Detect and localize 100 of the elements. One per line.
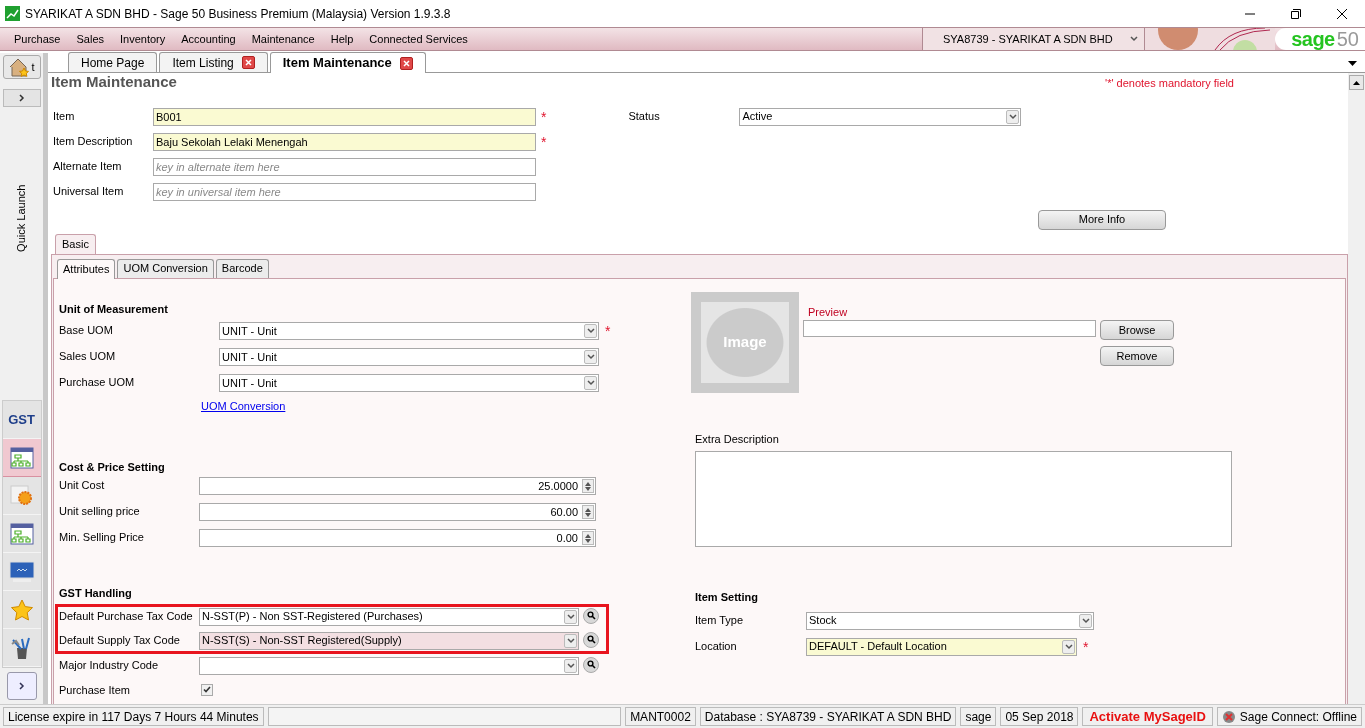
star-icon — [9, 598, 34, 621]
app-icon — [5, 6, 20, 21]
image-button[interactable]: Browse — [1100, 320, 1174, 340]
status-bar-text: 05 Sep 2018 — [1000, 707, 1079, 726]
document-tab[interactable]: Home Page — [68, 52, 158, 72]
section-heading: Cost & Price Setting — [59, 459, 166, 475]
sub-tab[interactable]: Barcode — [215, 258, 269, 278]
text-field[interactable]: B001 — [153, 107, 536, 126]
text-field[interactable]: Baju Sekolah Lelaki Menengah — [153, 132, 536, 151]
search-button[interactable] — [583, 607, 599, 624]
menu-item[interactable]: Purchase — [6, 30, 69, 48]
uom-conversion-link[interactable]: UOM Conversion — [201, 398, 286, 415]
field-label: Universal Item — [52, 183, 125, 199]
expand-button[interactable] — [2, 89, 41, 107]
sun-icon — [9, 484, 34, 507]
caret-down-icon[interactable] — [1348, 61, 1357, 66]
menu-item[interactable]: Help — [322, 30, 362, 48]
required-asterisk: * — [1083, 639, 1089, 654]
field-label: Sales UOM — [59, 349, 117, 364]
spinner-icon[interactable] — [582, 479, 594, 493]
page-title: Item Maintenance — [51, 73, 177, 91]
required-asterisk: * — [605, 324, 611, 338]
chevron-down-icon — [566, 662, 575, 669]
chevron-right-icon — [18, 94, 25, 102]
required-asterisk: * — [541, 109, 547, 124]
dropdown-field[interactable]: UNIT - Unit — [219, 348, 599, 366]
home-button[interactable]: t — [2, 55, 41, 79]
search-icon — [586, 635, 596, 644]
number-field[interactable]: 60.00 — [199, 503, 596, 521]
field-label: Major Industry Code — [59, 657, 160, 673]
field-label: Min. Selling Price — [59, 530, 145, 545]
chevron-down-icon — [566, 637, 575, 644]
chevron-down-icon — [586, 328, 595, 334]
status-bar-text: Database : SYA8739 - SYARIKAT A SDN BHD — [699, 707, 957, 726]
chevron-down-icon — [1130, 36, 1138, 42]
vertical-scrollbar[interactable] — [1348, 73, 1365, 704]
image-button[interactable]: Remove — [1100, 346, 1174, 366]
home-icon — [8, 57, 31, 77]
dropdown-field[interactable]: N-SST(S) - Non-SST Registered(Supply) — [199, 631, 579, 650]
text-field[interactable]: key in universal item here — [153, 182, 536, 201]
document-tab[interactable]: Item Listing — [159, 52, 268, 72]
checkbox[interactable] — [201, 683, 213, 696]
status-bar-text: sage — [960, 707, 997, 726]
dropdown-field[interactable]: UNIT - Unit — [219, 374, 599, 392]
field-label: Location — [695, 638, 738, 654]
dropdown-field[interactable]: UNIT - Unit — [219, 322, 599, 340]
section-tab[interactable]: Basic — [55, 233, 96, 254]
gst-label: GST — [8, 410, 35, 429]
search-icon — [586, 660, 596, 669]
dropdown-field[interactable]: Stock — [806, 611, 1094, 630]
document-tab[interactable]: Item Maintenance — [269, 52, 426, 73]
menu-item[interactable]: Maintenance — [243, 30, 323, 48]
menu-item[interactable]: Accounting — [173, 30, 244, 48]
field-label: Item — [52, 108, 76, 124]
image-path-field[interactable] — [803, 320, 1096, 337]
sub-tab[interactable]: UOM Conversion — [117, 258, 214, 278]
dropdown-field[interactable] — [199, 656, 579, 675]
field-label: Unit Cost — [59, 478, 106, 493]
menu-item[interactable]: Connected Services — [361, 30, 476, 48]
spinner-icon[interactable] — [582, 531, 594, 545]
number-field[interactable]: 0.00 — [199, 529, 596, 547]
scroll-up-icon — [1353, 80, 1360, 85]
search-button[interactable] — [583, 631, 599, 648]
field-label: Base UOM — [59, 323, 114, 338]
more-info-button[interactable]: More Info — [1038, 209, 1166, 230]
quick-launch-label: Quick Launch — [14, 184, 29, 253]
chevron-down-icon — [1064, 643, 1073, 650]
quick-launch-item[interactable] — [2, 439, 41, 477]
status-bar-text: License expire in 117 Days 7 Hours 44 Minutes — [3, 707, 264, 726]
monitor-icon — [8, 560, 35, 583]
company-selector[interactable]: SYA8739 - SYARIKAT A SDN BHD — [922, 28, 1145, 50]
close-icon[interactable] — [241, 56, 255, 69]
spinner-icon[interactable] — [582, 505, 594, 519]
close-icon[interactable] — [399, 56, 413, 70]
number-field[interactable]: 25.0000 — [199, 477, 596, 495]
field-label: Item Description — [52, 133, 134, 149]
field-label: Extra Description — [695, 431, 780, 447]
chevron-right-icon — [18, 682, 25, 690]
field-label: Default Supply Tax Code — [59, 632, 181, 648]
window-title: SYARIKAT A SDN BHD - Sage 50 Business Premium (Malaysia) Version 1.9.3.8 — [25, 5, 451, 23]
chevron-down-icon — [1008, 113, 1017, 120]
org-chart-icon — [9, 522, 34, 545]
org-chart-icon — [9, 446, 34, 469]
close-icon — [1337, 8, 1347, 19]
chevron-down-icon — [586, 380, 595, 386]
quick-launch-item[interactable]: GST — [2, 401, 41, 439]
field-label: Item Type — [695, 612, 745, 628]
section-heading: GST Handling — [59, 586, 133, 601]
menu-item[interactable]: Sales — [68, 30, 112, 48]
preview-label: Preview — [808, 304, 849, 320]
activate-button[interactable]: Activate MySageID — [1082, 707, 1213, 726]
sub-tab[interactable]: Attributes — [57, 258, 116, 279]
dropdown-field[interactable]: Active — [739, 107, 1022, 126]
search-button[interactable] — [583, 656, 599, 673]
menu-item[interactable]: Inventory — [112, 30, 174, 48]
extra-description-field[interactable] — [695, 451, 1232, 547]
dropdown-field[interactable]: DEFAULT - Default Location — [806, 637, 1077, 656]
text-field[interactable]: key in alternate item here — [153, 157, 536, 176]
dropdown-field[interactable]: N-SST(P) - Non SST-Registered (Purchases) — [199, 607, 579, 626]
field-label: Purchase UOM — [59, 375, 136, 390]
